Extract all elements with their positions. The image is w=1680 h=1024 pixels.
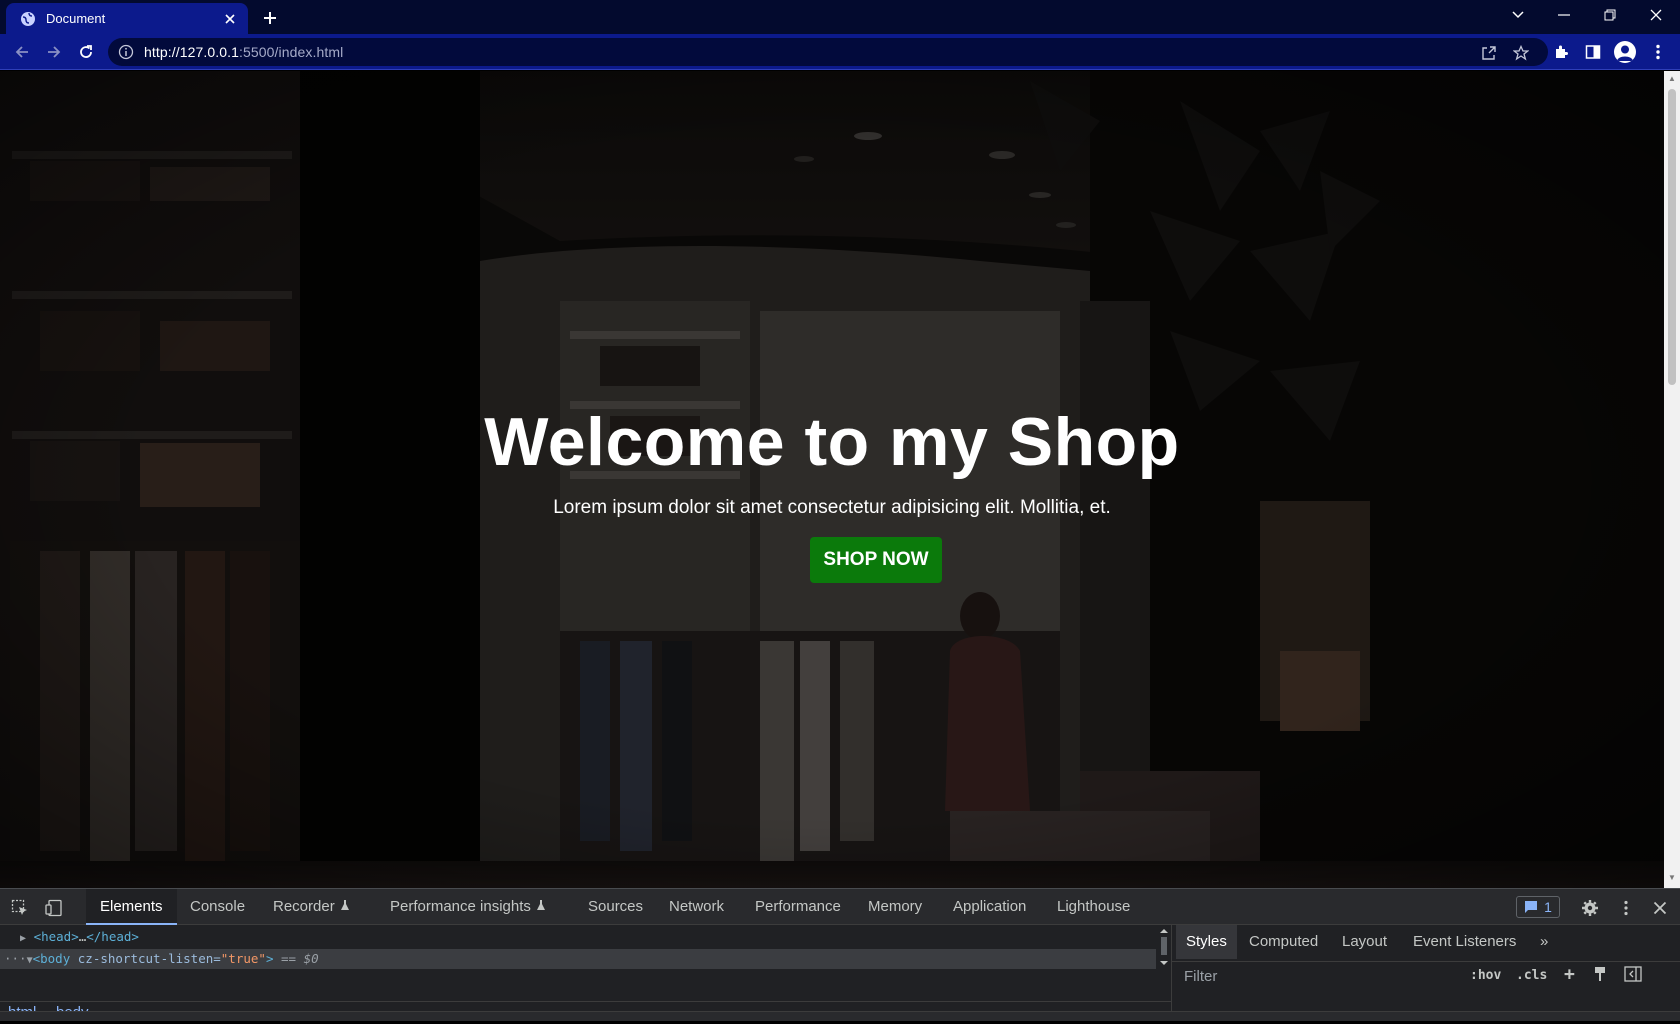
side-panel-icon[interactable] <box>1584 43 1602 61</box>
styles-tab-computed[interactable]: Computed <box>1249 925 1318 959</box>
dom-tag: <body <box>32 951 71 966</box>
close-icon[interactable] <box>222 11 238 27</box>
tab-recorder-label: Recorder <box>273 898 335 915</box>
scroll-up-icon[interactable]: ▲ <box>1667 74 1677 84</box>
settings-gear-icon[interactable] <box>1580 898 1600 918</box>
tab-network[interactable]: Network <box>669 889 724 925</box>
globe-icon <box>20 11 36 27</box>
scroll-down-icon[interactable]: ▼ <box>1667 873 1677 883</box>
dom-attr-equals: = <box>213 951 221 966</box>
styles-pane: Styles Computed Layout Event Listeners »… <box>1172 925 1680 1021</box>
hero-title: Welcome to my Shop <box>484 404 1180 480</box>
dom-tree-pane: ▶ <head>…</head> ···▼<body cz-shortcut-l… <box>0 925 1172 1021</box>
paint-brush-icon[interactable] <box>1592 966 1608 986</box>
styles-filter-input[interactable] <box>1184 966 1460 988</box>
url-text: http://127.0.0.1:5500/index.html <box>144 44 344 60</box>
dom-tag: <head> <box>33 929 79 944</box>
browser-tab[interactable]: Document <box>6 3 248 34</box>
inspect-element-icon[interactable] <box>10 898 30 918</box>
browser-toolbar: http://127.0.0.1:5500/index.html <box>0 34 1680 70</box>
devtools-tabbar: Elements Console Recorder Performance in… <box>0 889 1680 925</box>
tab-title: Document <box>46 11 106 26</box>
tab-search-icon[interactable] <box>1496 0 1540 30</box>
dom-tag: </head> <box>86 929 139 944</box>
toggle-sidebar-icon[interactable] <box>1624 966 1642 986</box>
dom-selected-marker: == $0 <box>281 951 319 966</box>
back-arrow-icon[interactable] <box>10 40 34 64</box>
expand-arrow-icon[interactable]: ▶ <box>20 933 26 944</box>
tab-sources[interactable]: Sources <box>588 889 643 925</box>
styles-tab-layout[interactable]: Layout <box>1342 925 1387 959</box>
page-scrollbar[interactable]: ▲ ▼ <box>1664 71 1680 888</box>
scrollbar-thumb[interactable] <box>1668 89 1676 385</box>
tab-recorder[interactable]: Recorder <box>273 889 351 925</box>
devtools-panel: Elements Console Recorder Performance in… <box>0 888 1680 1021</box>
page-viewport: Welcome to my Shop Lorem ipsum dolor sit… <box>0 71 1664 888</box>
dom-scrollbar[interactable] <box>1156 927 1172 967</box>
device-toolbar-icon[interactable] <box>44 898 64 918</box>
cls-toggle[interactable]: .cls <box>1516 968 1547 983</box>
tab-console[interactable]: Console <box>190 889 245 925</box>
profile-avatar-icon[interactable] <box>1614 41 1636 63</box>
shop-now-button[interactable]: SHOP NOW <box>810 537 942 583</box>
tab-memory[interactable]: Memory <box>868 889 922 925</box>
reload-icon[interactable] <box>74 40 98 64</box>
flask-icon <box>339 889 351 925</box>
minimize-icon[interactable] <box>1542 0 1586 30</box>
new-style-rule-icon[interactable]: + <box>1564 964 1575 985</box>
menu-kebab-icon[interactable] <box>1649 43 1667 61</box>
new-tab-button[interactable] <box>258 6 282 30</box>
dom-node-head[interactable]: ▶ <head>…</head> <box>20 927 139 947</box>
hero-subtitle: Lorem ipsum dolor sit amet consectetur a… <box>553 497 1111 518</box>
dom-row-ellipsis: ··· <box>4 951 27 966</box>
dom-tag: > <box>265 951 274 966</box>
devtools-menu-kebab-icon[interactable] <box>1616 898 1636 918</box>
address-bar[interactable]: http://127.0.0.1:5500/index.html <box>108 38 1548 66</box>
tab-performance-insights[interactable]: Performance insights <box>390 889 547 925</box>
forward-arrow-icon[interactable] <box>42 40 66 64</box>
issues-count: 1 <box>1544 899 1552 915</box>
dom-attr-value: "true" <box>220 951 266 966</box>
extensions-icon[interactable] <box>1552 43 1570 61</box>
more-tabs-chevron-icon[interactable]: » <box>1540 925 1548 959</box>
info-icon[interactable] <box>118 44 134 60</box>
close-window-icon[interactable] <box>1634 0 1678 30</box>
tab-strip: Document <box>0 0 1680 34</box>
styles-filter-row: :hov .cls + <box>1172 961 1680 991</box>
hero-section: Welcome to my Shop Lorem ipsum dolor sit… <box>0 71 1664 888</box>
tab-elements[interactable]: Elements <box>86 889 177 925</box>
dom-node-body[interactable]: ···▼<body cz-shortcut-listen="true"> == … <box>0 949 1156 969</box>
issues-badge[interactable]: 1 <box>1516 896 1560 918</box>
dom-attr-name: cz-shortcut-listen <box>77 951 214 966</box>
tab-performance[interactable]: Performance <box>755 889 841 925</box>
share-icon[interactable] <box>1480 44 1498 62</box>
hov-toggle[interactable]: :hov <box>1470 968 1501 983</box>
restore-icon[interactable] <box>1588 0 1632 30</box>
styles-tab-styles[interactable]: Styles <box>1176 925 1237 959</box>
tab-performance-insights-label: Performance insights <box>390 898 531 915</box>
tab-application[interactable]: Application <box>953 889 1026 925</box>
flask-icon <box>535 889 547 925</box>
close-devtools-icon[interactable] <box>1650 898 1670 918</box>
styles-tab-event-listeners[interactable]: Event Listeners <box>1413 925 1516 959</box>
bookmark-star-icon[interactable] <box>1512 44 1530 62</box>
tab-lighthouse[interactable]: Lighthouse <box>1057 889 1130 925</box>
message-icon <box>1524 900 1538 914</box>
